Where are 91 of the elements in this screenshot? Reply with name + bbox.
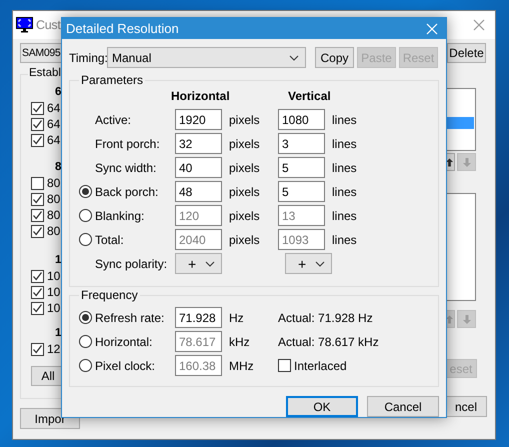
field-label: Active: xyxy=(95,112,132,126)
polarity-dropdown[interactable]: + xyxy=(285,253,332,274)
polarity-dropdown[interactable]: + xyxy=(175,253,222,274)
list-box[interactable] xyxy=(445,88,476,151)
resolution-label: 80 xyxy=(47,192,60,206)
unit-label: kHz xyxy=(229,334,251,348)
group-label: Frequency xyxy=(80,288,139,302)
up-arrow-icon xyxy=(445,156,454,168)
number-field[interactable]: 1920 xyxy=(175,109,222,130)
number-field[interactable]: 48 xyxy=(175,181,222,202)
up-arrow-icon xyxy=(445,314,454,324)
field-label: Front porch: xyxy=(95,136,161,150)
unit-label: lines xyxy=(332,184,358,198)
field-label: Pixel clock: xyxy=(95,358,156,372)
close-icon[interactable] xyxy=(473,19,485,31)
actual-value: Actual: 71.928 Hz xyxy=(278,310,373,324)
checkbox[interactable] xyxy=(31,102,44,114)
timing-dropdown[interactable]: Manual xyxy=(107,47,306,68)
number-field[interactable]: 40 xyxy=(175,157,222,178)
checkbox[interactable] xyxy=(31,270,44,282)
checkbox[interactable] xyxy=(31,192,44,206)
section-heading: 8 xyxy=(54,161,62,175)
column-header: Horizontal xyxy=(171,89,231,103)
field-label: Total: xyxy=(95,232,125,246)
unit-label: pixels xyxy=(229,208,261,222)
resolution-label: 10 xyxy=(47,285,60,299)
resolution-label: 64 xyxy=(47,117,60,131)
ok-button[interactable]: OK xyxy=(286,396,358,417)
resolution-label: 10 xyxy=(47,301,60,315)
unit-label: pixels xyxy=(229,232,261,246)
resolution-label: 80 xyxy=(47,224,60,238)
unit-label: Hz xyxy=(229,310,245,324)
checkbox[interactable] xyxy=(31,176,44,190)
down-arrow-icon xyxy=(462,156,472,168)
group-label: Establ xyxy=(28,67,62,79)
number-field[interactable]: 5 xyxy=(278,181,325,202)
delete-button[interactable]: Delete xyxy=(447,43,486,63)
field-label: Back porch: xyxy=(95,184,160,198)
column-header: Vertical xyxy=(288,89,332,103)
cancel-button[interactable]: Cancel xyxy=(367,396,439,417)
field-label: Blanking: xyxy=(95,208,146,222)
field-label: Refresh rate: xyxy=(95,310,166,324)
unit-label: pixels xyxy=(229,136,261,150)
checkbox[interactable] xyxy=(31,286,44,298)
chevron-icon xyxy=(205,260,215,266)
checkbox-label: Interlaced xyxy=(294,358,347,372)
partially-hidden-button[interactable]: ncel xyxy=(445,396,487,417)
dialog-title: Detailed Resolution xyxy=(66,21,179,36)
unit-label: pixels xyxy=(229,184,261,198)
monitor-icon xyxy=(16,17,33,33)
unit-label: lines xyxy=(332,160,358,174)
chevron-icon xyxy=(315,260,325,266)
field-label: Horizontal: xyxy=(95,334,154,348)
number-field[interactable]: 1080 xyxy=(278,109,325,130)
action-button[interactable]: Copy xyxy=(315,47,354,68)
number-field[interactable]: 71.928 xyxy=(175,307,222,328)
resolution-label: 12 xyxy=(47,342,60,356)
group-label: Parameters xyxy=(80,73,144,87)
section-heading: 1 xyxy=(54,254,62,268)
unit-label: lines xyxy=(332,208,358,222)
window-title: Cust xyxy=(36,18,61,32)
list-box[interactable] xyxy=(445,193,476,301)
checkbox[interactable] xyxy=(31,224,44,238)
unit-label: MHz xyxy=(229,358,255,372)
checkbox[interactable] xyxy=(31,208,44,222)
radio-button[interactable] xyxy=(79,185,92,198)
number-field[interactable]: 5 xyxy=(278,157,325,178)
resolution-label: 80 xyxy=(47,208,60,222)
actual-value: Actual: 78.617 kHz xyxy=(278,334,379,348)
resolution-label: 64 xyxy=(47,101,60,115)
field-label: Sync polarity: xyxy=(95,256,168,270)
unit-label: lines xyxy=(332,232,358,246)
checkbox[interactable] xyxy=(31,302,44,314)
unit-label: pixels xyxy=(229,112,261,126)
down-arrow-icon xyxy=(462,314,472,324)
checkbox[interactable] xyxy=(31,134,44,146)
section-heading: 1 xyxy=(54,327,62,341)
chevron-icon xyxy=(289,54,299,60)
section-heading: 6 xyxy=(54,86,62,100)
resolution-label: 64 xyxy=(47,133,60,147)
resolution-label: 10 xyxy=(47,269,60,283)
field-label: Sync width: xyxy=(95,160,158,174)
checkbox[interactable] xyxy=(31,342,44,356)
number-field[interactable]: 3 xyxy=(278,133,325,154)
unit-label: pixels xyxy=(229,160,261,174)
radio-button[interactable] xyxy=(79,311,92,324)
unit-label: lines xyxy=(332,136,358,150)
resolution-label: 80 xyxy=(47,176,60,190)
unit-label: lines xyxy=(332,112,358,126)
number-field[interactable]: 32 xyxy=(175,133,222,154)
checkbox[interactable] xyxy=(31,118,44,130)
